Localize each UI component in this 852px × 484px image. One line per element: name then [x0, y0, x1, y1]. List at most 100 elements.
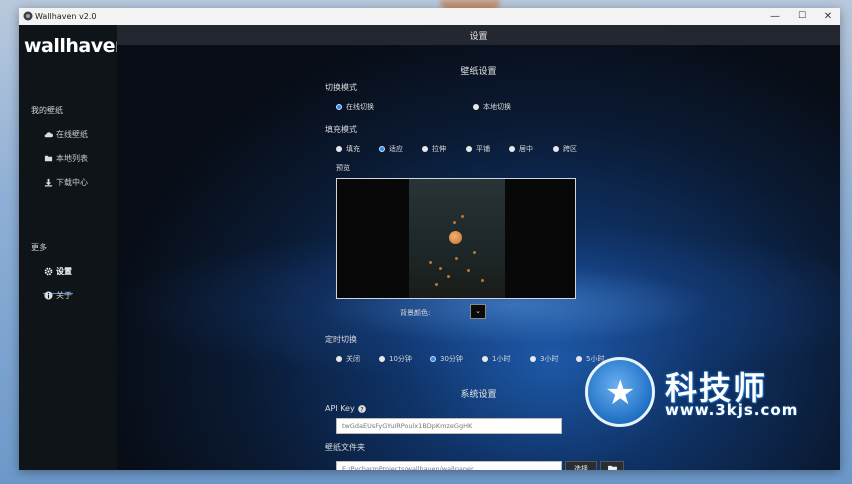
sidebar-item-local-list[interactable]: 本地列表 — [44, 153, 88, 164]
title-bar: Wallhaven v2.0 — ☐ ✕ — [19, 8, 840, 26]
radio-label: 拉伸 — [432, 145, 446, 153]
radio-label: 平铺 — [476, 145, 490, 153]
radio-timer-1h[interactable]: 1小时 — [482, 354, 510, 364]
leaf-shape — [453, 221, 456, 224]
sidebar-item-label: 设置 — [56, 267, 72, 276]
radio-label: 1小时 — [492, 355, 511, 363]
api-key-label-row: API Key ? — [325, 404, 366, 413]
radio-dot — [509, 146, 515, 152]
radio-online-switch[interactable]: 在线切换 — [336, 102, 374, 112]
radio-timer-3h[interactable]: 3小时 — [530, 354, 558, 364]
radio-stretch[interactable]: 拉伸 — [422, 144, 446, 154]
sidebar-item-online[interactable]: 在线壁纸 — [44, 129, 88, 140]
radio-dot — [553, 146, 559, 152]
radio-tile[interactable]: 平铺 — [466, 144, 490, 154]
radio-label: 填充 — [346, 145, 360, 153]
leaf-shape — [461, 215, 464, 218]
window-title: Wallhaven v2.0 — [35, 12, 97, 21]
leaf-shape — [481, 279, 484, 282]
radio-timer-off[interactable]: 关闭 — [336, 354, 360, 364]
folder-path-input[interactable] — [336, 461, 562, 470]
leaf-shape — [435, 283, 438, 286]
leaf-shape — [447, 275, 450, 278]
leaf-shape — [467, 269, 470, 272]
app-logo: wallhaven — [24, 35, 129, 57]
radio-local-switch[interactable]: 本地切换 — [473, 102, 511, 112]
radio-label: 3小时 — [540, 355, 559, 363]
help-icon[interactable]: ? — [357, 404, 366, 413]
radio-fit[interactable]: 适应 — [379, 144, 403, 154]
preview-label: 预览 — [336, 164, 350, 172]
radio-dot — [336, 146, 342, 152]
radio-label: 30分钟 — [440, 355, 463, 363]
radio-dot — [466, 146, 472, 152]
page-header: 设置 — [117, 25, 840, 45]
radio-label: 10分钟 — [389, 355, 412, 363]
cloud-icon — [44, 132, 53, 138]
radio-dot — [530, 356, 536, 362]
watermark-emblem: ★ — [585, 357, 655, 427]
watermark-url: www.3kjs.com — [665, 401, 799, 419]
sidebar-item-label: 本地列表 — [56, 154, 88, 163]
radio-dot — [576, 356, 582, 362]
timer-label: 定时切换 — [325, 335, 357, 344]
sidebar-item-downloads[interactable]: 下载中心 — [44, 177, 88, 188]
fill-mode-label: 填充模式 — [325, 125, 357, 134]
radio-fill[interactable]: 填充 — [336, 144, 360, 154]
bg-color-picker[interactable]: ⌄ — [470, 304, 486, 319]
radio-label: 居中 — [519, 145, 533, 153]
sidebar-item-settings[interactable]: 设置 — [44, 266, 72, 277]
chevron-down-icon: ⌄ — [475, 307, 481, 315]
preview-image — [409, 179, 505, 298]
switch-mode-label: 切换模式 — [325, 83, 357, 92]
watermark-logo: ★ 科技师 www.3kjs.com — [585, 357, 825, 427]
radio-dot — [336, 356, 342, 362]
radio-center[interactable]: 居中 — [509, 144, 533, 154]
wallpaper-preview — [336, 178, 576, 299]
minimize-button[interactable]: — — [762, 8, 788, 25]
sidebar-item-label: 在线壁纸 — [56, 130, 88, 139]
radio-dot — [379, 356, 385, 362]
svg-text:?: ? — [360, 405, 363, 413]
radio-label: 本地切换 — [483, 103, 511, 111]
app-logo-icon — [23, 11, 33, 21]
choose-folder-button[interactable]: 选择 — [565, 461, 597, 470]
radio-span[interactable]: 跨区 — [553, 144, 577, 154]
star-icon: ★ — [605, 373, 636, 413]
api-key-input[interactable] — [336, 418, 562, 434]
radio-label: 适应 — [389, 145, 403, 153]
api-key-label: API Key — [325, 404, 355, 413]
radio-dot — [379, 146, 385, 152]
section-title-wallpaper: 壁纸设置 — [460, 67, 497, 77]
moon-shape — [449, 231, 462, 244]
radio-dot — [473, 104, 479, 110]
info-icon — [44, 291, 53, 300]
leaf-shape — [439, 267, 442, 270]
radio-label: 关闭 — [346, 355, 360, 363]
radio-timer-30m[interactable]: 30分钟 — [430, 354, 463, 364]
leaf-shape — [455, 257, 458, 260]
sidebar-item-label: 下载中心 — [56, 178, 88, 187]
gear-icon — [44, 267, 53, 276]
radio-dot — [336, 104, 342, 110]
bg-color-label: 背景颜色: — [400, 309, 431, 317]
radio-timer-10m[interactable]: 10分钟 — [379, 354, 412, 364]
folder-open-icon — [607, 465, 617, 470]
radio-dot — [482, 356, 488, 362]
sidebar-item-label: 关于 — [56, 291, 72, 300]
folder-label: 壁纸文件夹 — [325, 443, 365, 452]
open-folder-button[interactable] — [600, 461, 624, 470]
sidebar: wallhaven 我的壁纸 在线壁纸 本地列表 下载中心 更多 设置 关于 — [19, 25, 129, 470]
radio-dot — [422, 146, 428, 152]
maximize-button[interactable]: ☐ — [789, 8, 815, 25]
leaf-shape — [473, 251, 476, 254]
sidebar-section-more: 更多 — [31, 243, 47, 252]
sidebar-item-about[interactable]: 关于 — [44, 290, 72, 301]
close-button[interactable]: ✕ — [815, 8, 840, 25]
sidebar-section-my-wallpapers: 我的壁纸 — [31, 106, 63, 115]
radio-label: 跨区 — [563, 145, 577, 153]
download-icon — [44, 178, 53, 187]
radio-label: 在线切换 — [346, 103, 374, 111]
radio-dot — [430, 356, 436, 362]
leaf-shape — [429, 261, 432, 264]
